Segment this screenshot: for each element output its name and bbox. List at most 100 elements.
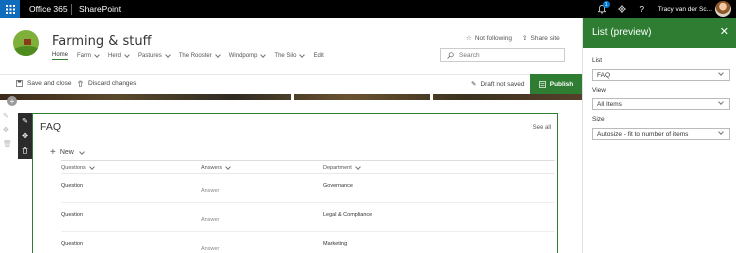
- chevron-down-icon: [718, 99, 724, 105]
- answer-cell: Answer: [201, 246, 220, 252]
- nav-item-home[interactable]: Home: [52, 52, 69, 60]
- view-field-label: View: [592, 87, 606, 94]
- hero-divider: [291, 94, 294, 100]
- command-bar: Save and close Discard changes ✎ Draft n…: [0, 74, 582, 94]
- logo-barn: [24, 39, 31, 45]
- nav-label: The Rooster: [178, 53, 212, 59]
- share-site-button[interactable]: ⇪ Share site: [522, 34, 560, 43]
- webpart-title[interactable]: FAQ: [40, 121, 61, 133]
- chevron-down-icon: [354, 164, 361, 170]
- see-all-link[interactable]: See all: [533, 125, 551, 131]
- site-app-name[interactable]: SharePoint: [79, 4, 121, 14]
- publish-button[interactable]: Publish: [530, 74, 582, 94]
- user-name[interactable]: Tracy van der Sc...: [658, 6, 712, 13]
- size-field-label: Size: [592, 116, 605, 123]
- app-name[interactable]: Office 365: [29, 4, 68, 14]
- question-cell: Question: [61, 183, 84, 189]
- gear-glyph: [617, 5, 626, 13]
- share-icon: ⇪: [522, 35, 528, 42]
- discard-label: Discard changes: [88, 80, 137, 87]
- site-title[interactable]: Farming & stuff: [52, 34, 152, 49]
- gear-icon[interactable]: [612, 0, 632, 18]
- discard-button[interactable]: Discard changes: [77, 80, 136, 87]
- delete-icon[interactable]: [22, 146, 28, 156]
- size-dropdown-value: Autosize - fit to number of items: [597, 130, 689, 138]
- table-row[interactable]: Question Answer Governance: [61, 174, 555, 203]
- publish-label: Publish: [549, 80, 574, 88]
- waffle-icon[interactable]: [0, 0, 20, 18]
- hero-divider: [430, 94, 433, 100]
- delete-icon[interactable]: 🗑: [3, 140, 12, 148]
- chevron-down-icon: [214, 52, 221, 58]
- nav-item-farm[interactable]: Farm: [77, 52, 100, 60]
- column-label: Answers: [201, 165, 223, 171]
- plus-icon: +: [50, 147, 56, 158]
- nav-item-edit[interactable]: Edit: [313, 52, 323, 60]
- site-logo[interactable]: [13, 30, 39, 56]
- nav-item-the-silo[interactable]: The Silo: [274, 52, 306, 60]
- chevron-down-icon: [260, 52, 267, 58]
- suite-bar: Office 365 SharePoint 1 ? Tracy van der …: [0, 0, 736, 18]
- save-close-label: Save and close: [27, 80, 72, 87]
- question-cell: Question: [61, 212, 84, 218]
- bell-icon[interactable]: 1: [592, 0, 612, 18]
- list-dropdown[interactable]: FAQ: [592, 69, 730, 81]
- search-input[interactable]: Search: [440, 48, 565, 62]
- follow-label: Not following: [474, 34, 513, 42]
- chevron-down-icon: [718, 70, 724, 76]
- column-label: Department: [323, 165, 352, 171]
- property-pane-title: List (preview): [592, 27, 652, 38]
- table-row[interactable]: Question Answer Marketing: [61, 232, 555, 253]
- star-icon: ☆: [466, 35, 472, 42]
- logo-hill: [13, 46, 39, 56]
- column-header-answers[interactable]: Answers: [201, 164, 231, 171]
- nav-label: Edit: [313, 53, 324, 59]
- department-cell: Marketing: [323, 241, 348, 247]
- view-dropdown-value: All Items: [597, 100, 622, 108]
- column-header-questions[interactable]: Questions: [61, 164, 95, 171]
- pencil-icon[interactable]: ✎: [3, 112, 11, 120]
- size-dropdown[interactable]: Autosize - fit to number of items: [592, 128, 730, 140]
- list-dropdown-value: FAQ: [597, 71, 611, 79]
- move-icon[interactable]: ✥: [22, 132, 28, 140]
- chevron-down-icon: [79, 148, 85, 155]
- list-webpart[interactable]: FAQ See all + New Questions Answers Depa…: [32, 113, 558, 253]
- question-cell: Question: [61, 241, 84, 247]
- pencil-icon: ✎: [471, 81, 477, 88]
- search-icon: [447, 51, 454, 59]
- new-button[interactable]: + New: [50, 147, 85, 158]
- nav-item-herd[interactable]: Herd: [108, 52, 130, 60]
- nav-label: Herd: [108, 53, 122, 59]
- nav-label: Home: [52, 52, 69, 58]
- follow-button[interactable]: ☆ Not following: [466, 34, 513, 43]
- chevron-down-icon: [299, 52, 306, 58]
- column-header-department[interactable]: Department: [323, 164, 361, 171]
- department-cell: Governance: [323, 183, 353, 189]
- chevron-down-icon: [124, 52, 130, 58]
- nav-item-windpomp[interactable]: Windpomp: [229, 52, 267, 60]
- list-header: Questions Answers Department: [61, 160, 555, 174]
- chevron-down-icon: [88, 164, 95, 170]
- notification-badge: 1: [602, 1, 610, 8]
- chevron-down-icon: [225, 164, 231, 170]
- pencil-icon[interactable]: ✎: [22, 117, 28, 125]
- move-icon[interactable]: ✥: [3, 126, 11, 134]
- discard-icon: [78, 80, 83, 87]
- close-icon[interactable]: ✕: [720, 25, 729, 38]
- chevron-down-icon: [94, 52, 100, 58]
- nav-item-the-rooster[interactable]: The Rooster: [178, 52, 221, 60]
- save-close-button[interactable]: Save and close: [16, 80, 71, 87]
- property-pane-header: List (preview) ✕: [583, 18, 736, 48]
- answer-cell: Answer: [201, 188, 220, 194]
- nav-label: The Silo: [274, 53, 297, 59]
- search-placeholder: Search: [459, 51, 480, 59]
- site-nav: Home Farm Herd Pastures The Rooster Wind…: [52, 52, 333, 60]
- help-icon[interactable]: ?: [632, 0, 652, 18]
- table-row[interactable]: Question Answer Legal & Compliance: [61, 203, 555, 232]
- suite-divider: [71, 4, 72, 15]
- view-dropdown[interactable]: All Items: [592, 98, 730, 110]
- nav-item-pastures[interactable]: Pastures: [138, 52, 171, 60]
- add-section-icon[interactable]: +: [7, 96, 17, 106]
- waffle-grid: [5, 4, 15, 14]
- avatar[interactable]: [715, 1, 731, 17]
